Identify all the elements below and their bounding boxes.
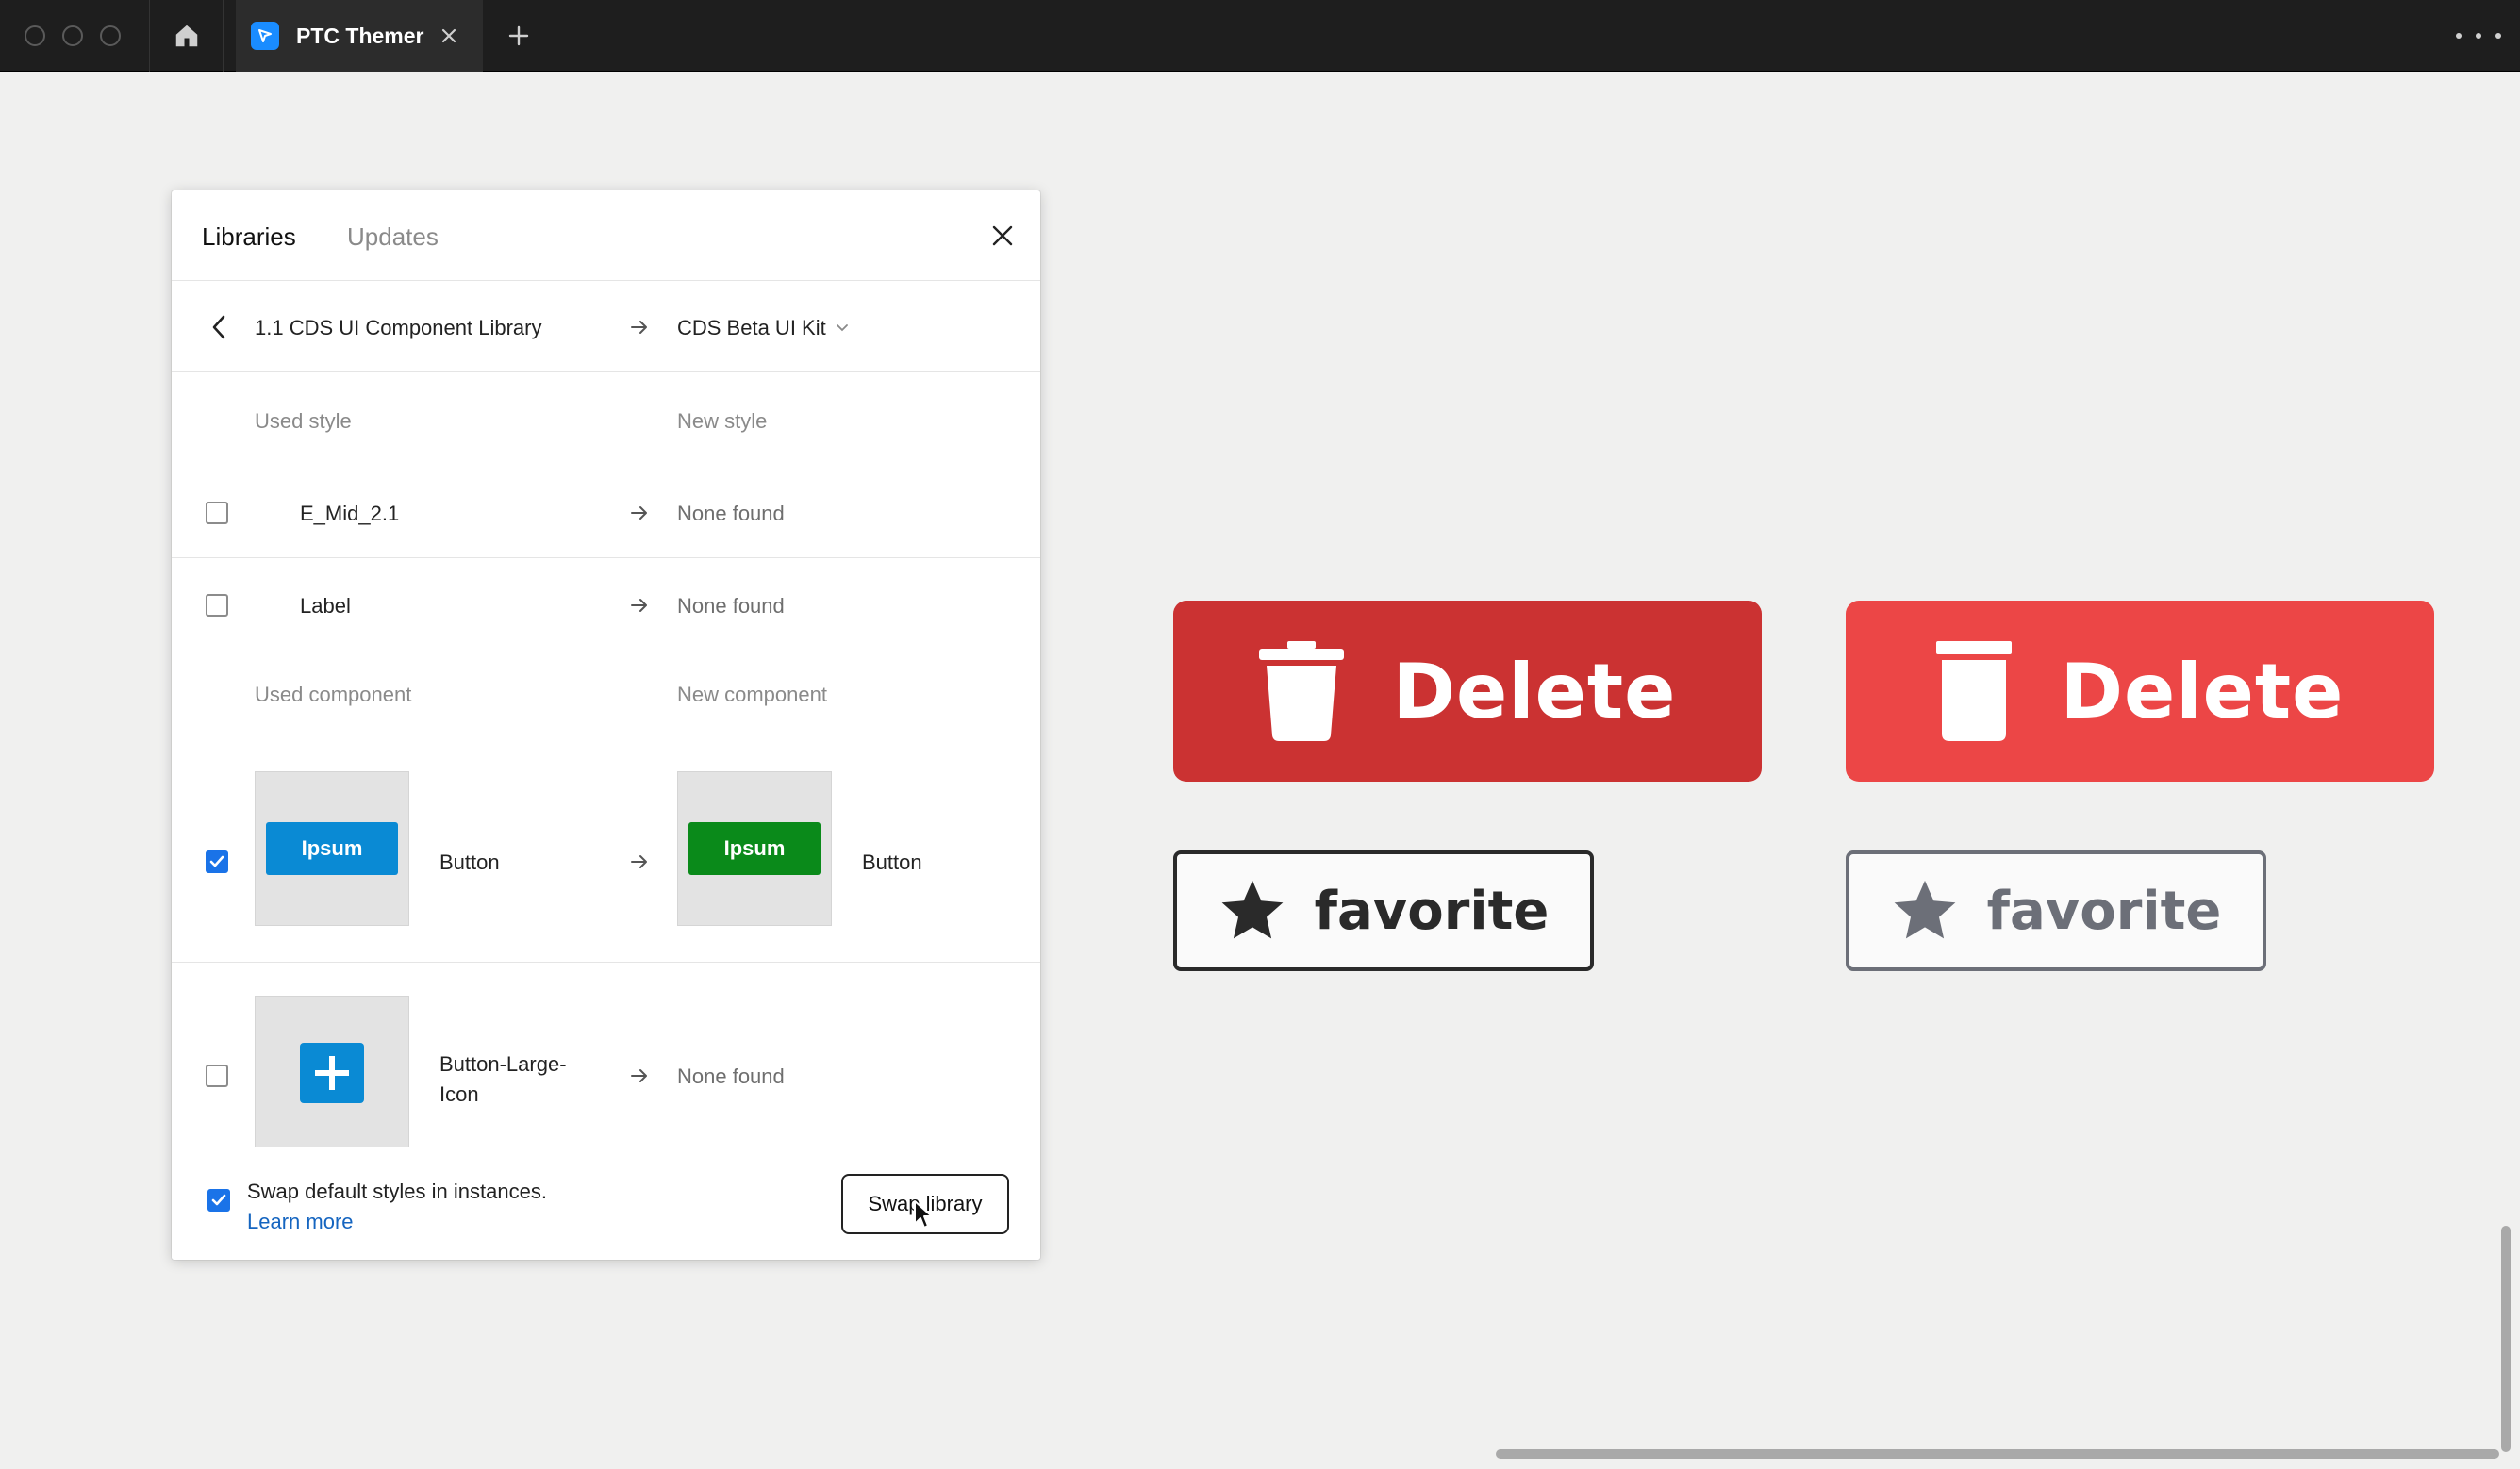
used-component-header: Used component (255, 683, 412, 706)
arrow-right-icon (631, 599, 647, 612)
plus-icon (508, 25, 529, 46)
delete-button-sample[interactable]: Delete (1846, 601, 2434, 782)
swap-defaults-label: Swap default styles in instances. (247, 1180, 547, 1203)
component-row: Ipsum Button Ipsum Button (172, 768, 1040, 952)
close-icon (992, 225, 1013, 246)
component-thumbnail (255, 996, 409, 1150)
window-close-control[interactable] (25, 25, 45, 46)
thumbnail-button-preview: Ipsum (266, 822, 398, 875)
thumbnail-button-preview: Ipsum (688, 822, 821, 875)
replacement-thumbnail: Ipsum (677, 771, 832, 926)
component-replacement: None found (677, 1065, 785, 1088)
favorite-label: favorite (1986, 880, 2222, 942)
tab-close-button[interactable] (436, 23, 462, 49)
trash-icon (1258, 641, 1344, 741)
favorite-label: favorite (1314, 880, 1550, 942)
panel-close-button[interactable] (987, 221, 1018, 251)
delete-button-sample[interactable]: Delete (1173, 601, 1762, 782)
new-style-header: New style (677, 409, 768, 433)
target-library-name: CDS Beta UI Kit (677, 316, 826, 339)
arrow-right-icon (631, 506, 647, 520)
plus-icon (300, 1043, 364, 1103)
new-component-header: New component (677, 683, 827, 706)
arrow-right-icon (631, 1069, 647, 1082)
tab-updates[interactable]: Updates (347, 223, 439, 252)
tab-ptc-themer[interactable]: PTC Themer (236, 0, 483, 72)
vertical-scrollbar[interactable] (2501, 1226, 2511, 1452)
style-name: Label (300, 594, 351, 618)
library-swap-header: 1.1 CDS UI Component Library CDS Beta UI… (172, 282, 1040, 372)
window-minimize-control[interactable] (62, 25, 83, 46)
star-icon (1894, 880, 1956, 939)
style-name: E_Mid_2.1 (300, 502, 400, 525)
more-menu-button[interactable] (2456, 21, 2501, 51)
target-library-dropdown[interactable]: CDS Beta UI Kit (677, 316, 849, 340)
style-replacement: None found (677, 502, 785, 525)
component-name: Button-Large-Icon (439, 1052, 567, 1106)
chevron-left-icon (212, 315, 225, 339)
home-button[interactable] (151, 0, 223, 72)
component-thumbnail: Ipsum (255, 771, 409, 926)
style-checkbox[interactable] (206, 502, 228, 524)
back-button[interactable] (202, 310, 236, 344)
style-row: E_Mid_2.1 None found (172, 473, 1040, 558)
plugin-icon (251, 22, 279, 50)
learn-more-link[interactable]: Learn more (247, 1210, 354, 1234)
home-icon (175, 25, 198, 47)
window-zoom-control[interactable] (100, 25, 121, 46)
divider (223, 0, 224, 72)
close-icon (441, 28, 456, 43)
cursor-icon (914, 1200, 933, 1229)
component-checkbox[interactable] (206, 850, 228, 873)
arrow-right-icon (631, 855, 647, 868)
style-replacement: None found (677, 594, 785, 618)
tab-libraries[interactable]: Libraries (202, 223, 296, 252)
chevron-down-icon (836, 324, 848, 332)
checkmark-icon (211, 1194, 226, 1206)
libraries-panel: Libraries Updates 1.1 CDS UI Component L… (172, 190, 1040, 1260)
title-bar: PTC Themer (0, 0, 2520, 72)
favorite-button-sample[interactable]: favorite (1846, 850, 2266, 971)
panel-footer: Swap default styles in instances. Learn … (172, 1147, 1040, 1260)
delete-label: Delete (1392, 647, 1677, 735)
divider (149, 0, 150, 72)
style-row: Label None found (172, 558, 1040, 643)
favorite-button-sample[interactable]: favorite (1173, 850, 1594, 971)
new-tab-button[interactable] (504, 21, 534, 51)
horizontal-scrollbar[interactable] (1496, 1449, 2499, 1459)
component-replacement: Button (862, 850, 922, 874)
style-checkbox[interactable] (206, 594, 228, 617)
used-style-header: Used style (255, 409, 352, 433)
source-library-name: 1.1 CDS UI Component Library (255, 316, 542, 339)
tab-title: PTC Themer (296, 23, 424, 48)
trash-icon (1935, 641, 2012, 741)
star-icon (1221, 880, 1284, 939)
component-checkbox[interactable] (206, 1065, 228, 1087)
panel-header: Libraries Updates (172, 190, 1040, 281)
arrow-right-icon (631, 321, 647, 334)
swap-defaults-checkbox[interactable] (207, 1189, 230, 1212)
component-row: Button-Large-Icon None found (172, 963, 1040, 1150)
delete-label: Delete (2060, 647, 2345, 735)
more-icon (2456, 33, 2462, 39)
checkmark-icon (209, 855, 224, 867)
component-name: Button (439, 850, 500, 874)
